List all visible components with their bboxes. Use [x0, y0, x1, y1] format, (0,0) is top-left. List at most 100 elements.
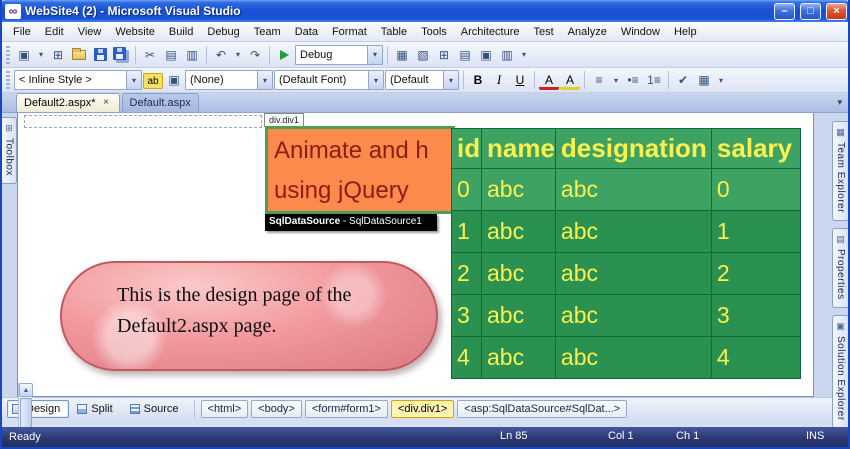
menu-item-team[interactable]: Team [247, 23, 288, 41]
new-project-icon[interactable]: ▣ [14, 45, 34, 65]
document-list-caret-icon[interactable]: ▾ [837, 97, 842, 108]
open-file-button[interactable] [69, 45, 89, 65]
menu-item-analyze[interactable]: Analyze [561, 23, 614, 41]
underline-button[interactable]: U [510, 70, 530, 90]
source-view-button[interactable]: Source [125, 400, 188, 418]
toolbox-button-icon[interactable]: ▥ [497, 45, 517, 65]
find-in-files-icon[interactable]: ▦ [392, 45, 412, 65]
alignment-button-icon[interactable]: ≡ [589, 70, 609, 90]
menu-item-window[interactable]: Window [614, 23, 667, 41]
tab-close-icon[interactable]: × [101, 97, 112, 109]
menu-item-help[interactable]: Help [667, 23, 704, 41]
properties-window-button-icon[interactable]: ▤ [455, 45, 475, 65]
object-browser-icon[interactable]: ▣ [476, 45, 496, 65]
menu-item-view[interactable]: View [71, 23, 109, 41]
team-explorer-button-icon[interactable]: ⊞ [434, 45, 454, 65]
sqldatasource-control[interactable]: SqlDataSource - SqlDataSource1 [265, 214, 437, 231]
title-bar[interactable]: ∞ WebSite4 (2) - Microsoft Visual Studio… [2, 0, 848, 22]
copy-button[interactable]: ▤ [161, 45, 181, 65]
bold-button[interactable]: B [468, 70, 488, 90]
tag-body[interactable]: <body> [251, 399, 302, 418]
style-dropdown[interactable]: < Inline Style > ▾ [14, 70, 142, 90]
cut-button[interactable]: ✂ [140, 45, 160, 65]
tag-sqldatasource[interactable]: <asp:SqlDataSource#SqlDat...> [457, 399, 628, 418]
gridview-table[interactable]: id name designation salary 0 abc abc 0 1… [451, 128, 801, 379]
cell: 1 [451, 210, 482, 253]
font-name-dropdown[interactable]: (Default Font) ▾ [274, 70, 384, 90]
menu-item-test[interactable]: Test [526, 23, 560, 41]
note-line2: Default2.aspx page. [117, 315, 277, 337]
menu-item-edit[interactable]: Edit [38, 23, 71, 41]
toolbar-separator [668, 71, 669, 89]
add-new-item-icon[interactable]: ⊞ [48, 45, 68, 65]
menu-item-build[interactable]: Build [162, 23, 200, 41]
save-button[interactable] [90, 45, 110, 65]
toolbar-grip[interactable] [6, 45, 10, 64]
font-size-dropdown[interactable]: (Default ▾ [385, 70, 459, 90]
table-row: 1 abc abc 1 [451, 210, 801, 253]
solution-explorer-tab[interactable]: ▣ Solution Explorer [832, 314, 848, 429]
close-button[interactable]: × [826, 2, 847, 20]
chevron-down-icon: ▾ [443, 71, 458, 89]
design-surface[interactable]: div.div1 Animate and h using jQuery SqlD… [18, 113, 801, 383]
menu-item-format[interactable]: Format [325, 23, 374, 41]
menu-item-architecture[interactable]: Architecture [454, 23, 527, 41]
toolbar-separator [584, 71, 585, 89]
toolbar-options-caret-icon[interactable]: ▾ [715, 70, 727, 90]
menu-item-tools[interactable]: Tools [414, 23, 454, 41]
div-selector-label[interactable]: div.div1 [264, 113, 304, 127]
undo-button[interactable]: ↶ [211, 45, 231, 65]
tab-default-aspx[interactable]: Default.aspx [121, 93, 199, 112]
debug-target-dropdown[interactable]: Debug ▾ [295, 44, 383, 65]
design-view-button[interactable]: Design [7, 399, 70, 418]
redo-button[interactable]: ↷ [245, 45, 265, 65]
animated-div-line2: using jQuery [274, 177, 409, 204]
tag-div-div1[interactable]: <div.div1> [390, 399, 455, 418]
toolbar-options-caret-icon[interactable]: ▾ [518, 45, 530, 65]
save-all-button[interactable] [111, 45, 131, 65]
paste-button[interactable]: ▥ [182, 45, 202, 65]
undo-caret-icon[interactable]: ▾ [232, 45, 244, 65]
font-color-button[interactable]: A [539, 73, 559, 90]
cell: 2 [710, 252, 801, 295]
menu-item-table[interactable]: Table [374, 23, 414, 41]
alignment-caret-icon[interactable]: ▾ [610, 70, 622, 90]
check-accessibility-icon[interactable]: ✔ [673, 70, 693, 90]
tab-default2-aspx[interactable]: Default2.aspx* × [16, 93, 120, 112]
highlight-color-button[interactable]: A [560, 73, 580, 90]
minimize-button[interactable]: – [774, 2, 795, 20]
toolbox-tab[interactable]: ⊞ Toolbox [2, 117, 17, 184]
css-rule-icon[interactable]: ▣ [164, 70, 184, 90]
status-char: Ch 1 [676, 430, 700, 442]
team-explorer-tab[interactable]: ▦ Team Explorer [832, 121, 848, 221]
italic-button[interactable]: I [489, 70, 509, 90]
table-row: 2 abc abc 2 [451, 252, 801, 295]
menu-item-file[interactable]: File [6, 23, 38, 41]
toolbar-separator [387, 45, 388, 64]
properties-tab[interactable]: ▤ Properties [832, 227, 848, 308]
table-row: 0 abc abc 0 [451, 168, 801, 211]
style-value: < Inline Style > [19, 74, 92, 86]
highlight-style-icon[interactable]: ab [143, 73, 163, 89]
animated-div[interactable]: Animate and h using jQuery [265, 126, 455, 214]
new-item-caret-icon[interactable]: ▾ [35, 45, 47, 65]
menu-item-debug[interactable]: Debug [200, 23, 246, 41]
maximize-button[interactable]: □ [800, 2, 821, 20]
numbered-list-icon[interactable]: 1≡ [644, 70, 664, 90]
toolbar-grip[interactable] [6, 71, 10, 89]
solution-explorer-button-icon[interactable]: ▧ [413, 45, 433, 65]
cell: abc [481, 252, 556, 295]
menu-item-website[interactable]: Website [108, 23, 162, 41]
bullet-list-icon[interactable]: •≡ [623, 70, 643, 90]
format-options-icon[interactable]: ▦ [694, 70, 714, 90]
tag-html[interactable]: <html> [200, 399, 249, 418]
scroll-up-icon[interactable]: ▲ [19, 383, 33, 397]
tag-form[interactable]: <form#form1> [304, 399, 388, 418]
window-title: WebSite4 (2) - Microsoft Visual Studio [25, 4, 241, 18]
start-debug-button[interactable] [274, 45, 294, 65]
split-view-button[interactable]: Split [72, 400, 121, 418]
cell: 4 [710, 336, 801, 379]
menu-item-data[interactable]: Data [288, 23, 325, 41]
cell: abc [554, 336, 712, 379]
target-rule-dropdown[interactable]: (None) ▾ [185, 70, 273, 90]
